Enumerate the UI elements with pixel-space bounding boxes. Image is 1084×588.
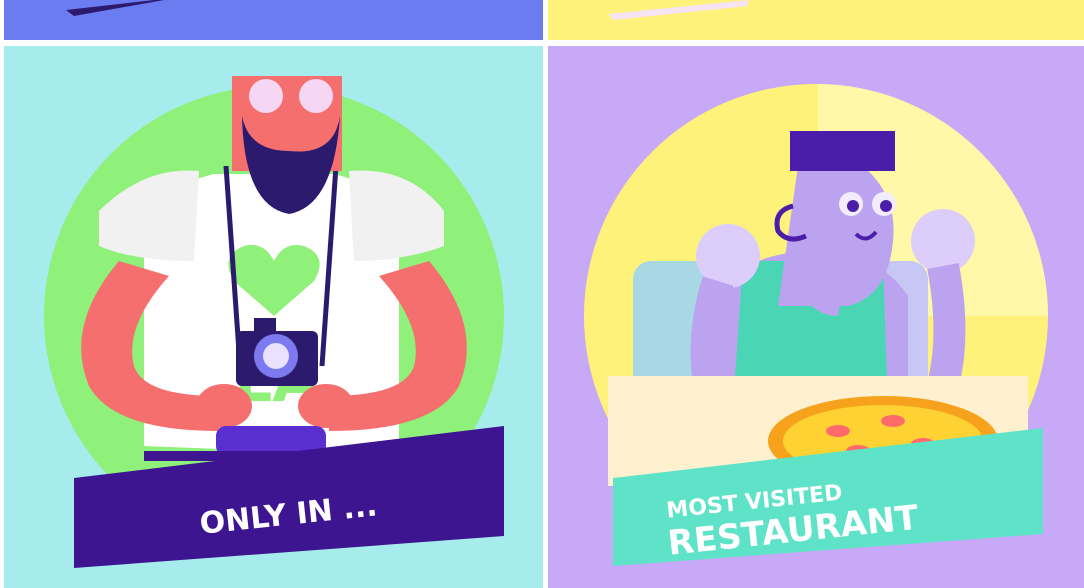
fist-right	[911, 209, 975, 273]
panel-most-visited-restaurant: MOST VISITED RESTAURANT	[548, 46, 1084, 588]
panel-top-left	[4, 0, 543, 40]
diner-illustration: MOST VISITED RESTAURANT	[548, 46, 1084, 588]
right-hand	[298, 384, 354, 428]
top-right-illustration	[548, 0, 1084, 40]
sunglasses-right	[299, 79, 333, 113]
tourist-illustration: LA ONLY IN ...	[4, 46, 543, 588]
panel-only-in: LA ONLY IN ...	[4, 46, 543, 588]
hair	[790, 131, 895, 171]
eye-right	[880, 200, 892, 212]
eye-left	[847, 200, 859, 212]
left-hand	[196, 384, 252, 428]
sunglasses-left	[249, 79, 283, 113]
top-left-illustration	[4, 0, 543, 40]
panel-top-right	[548, 0, 1084, 40]
